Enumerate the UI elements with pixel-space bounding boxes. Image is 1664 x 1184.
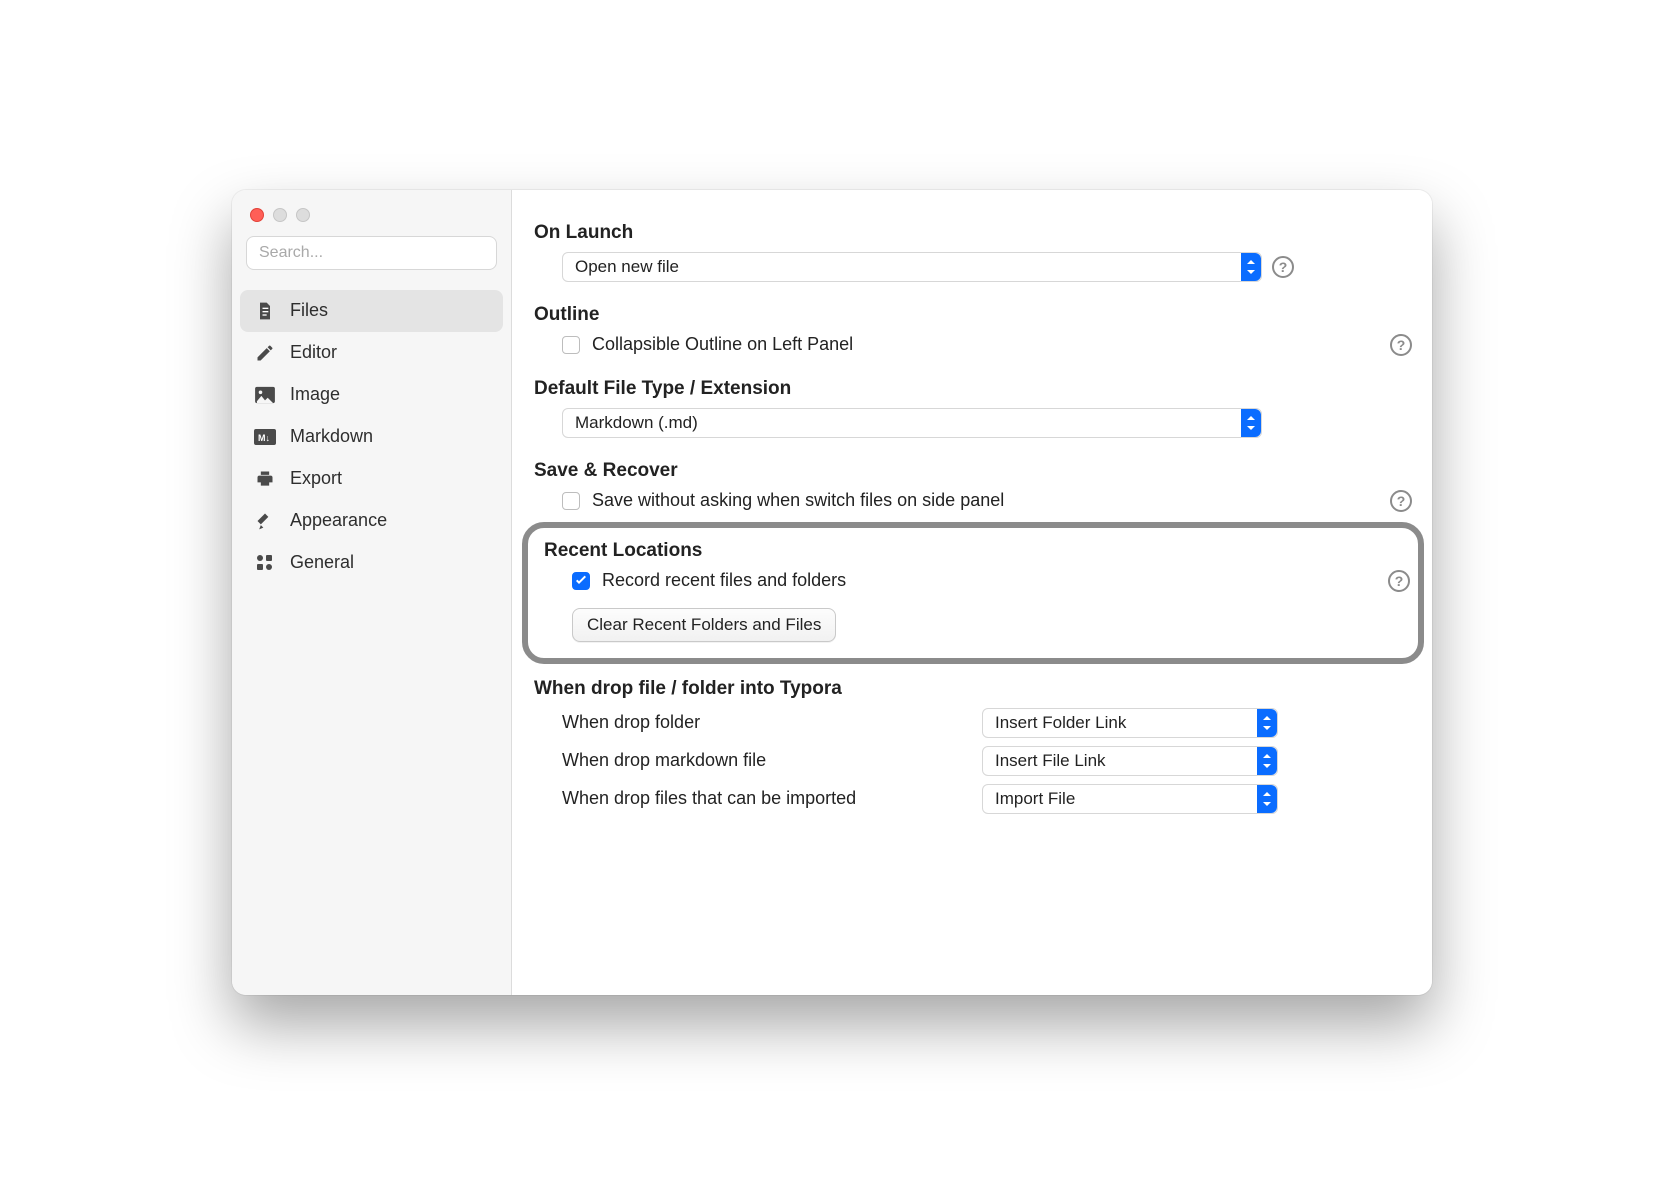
sidebar-item-appearance[interactable]: Appearance bbox=[240, 500, 503, 542]
sidebar-item-editor[interactable]: Editor bbox=[240, 332, 503, 374]
printer-icon bbox=[254, 468, 276, 490]
window-controls bbox=[232, 202, 511, 236]
sidebar: Files Editor Image M↓ Markdown bbox=[232, 190, 512, 995]
sidebar-item-label: Files bbox=[290, 300, 328, 321]
drop-folder-select[interactable]: Insert Folder Link bbox=[982, 708, 1278, 738]
section-default-ext-title: Default File Type / Extension bbox=[534, 378, 1412, 400]
sidebar-item-label: General bbox=[290, 552, 354, 573]
image-icon bbox=[254, 384, 276, 406]
help-icon[interactable]: ? bbox=[1272, 256, 1294, 278]
checkbox-label: Record recent files and folders bbox=[602, 570, 846, 591]
chevron-up-down-icon bbox=[1257, 709, 1277, 737]
sidebar-item-label: Image bbox=[290, 384, 340, 405]
select-value: Open new file bbox=[575, 257, 679, 277]
sidebar-item-image[interactable]: Image bbox=[240, 374, 503, 416]
default-ext-select[interactable]: Markdown (.md) bbox=[562, 408, 1262, 438]
select-value: Markdown (.md) bbox=[575, 413, 698, 433]
close-window-button[interactable] bbox=[250, 208, 264, 222]
recent-locations-highlight: Recent Locations Record recent files and… bbox=[522, 522, 1424, 664]
button-label: Clear Recent Folders and Files bbox=[587, 615, 821, 635]
preferences-window: Files Editor Image M↓ Markdown bbox=[232, 190, 1432, 995]
search-input[interactable] bbox=[246, 236, 497, 270]
sidebar-item-label: Export bbox=[290, 468, 342, 489]
help-icon[interactable]: ? bbox=[1390, 334, 1412, 356]
sidebar-item-export[interactable]: Export bbox=[240, 458, 503, 500]
pencil-icon bbox=[254, 342, 276, 364]
clear-recent-button[interactable]: Clear Recent Folders and Files bbox=[572, 608, 836, 642]
minimize-window-button[interactable] bbox=[273, 208, 287, 222]
record-recent-checkbox[interactable] bbox=[572, 572, 590, 590]
checkbox-label: Save without asking when switch files on… bbox=[592, 490, 1004, 511]
section-outline-title: Outline bbox=[534, 304, 1412, 326]
save-without-asking-checkbox[interactable] bbox=[562, 492, 580, 510]
section-save-recover-title: Save & Recover bbox=[534, 460, 1412, 482]
sidebar-item-label: Markdown bbox=[290, 426, 373, 447]
file-icon bbox=[254, 300, 276, 322]
chevron-up-down-icon bbox=[1257, 785, 1277, 813]
help-icon[interactable]: ? bbox=[1390, 490, 1412, 512]
drop-import-label: When drop files that can be imported bbox=[562, 788, 982, 809]
zoom-window-button[interactable] bbox=[296, 208, 310, 222]
section-drop-title: When drop file / folder into Typora bbox=[534, 678, 1412, 700]
sidebar-nav: Files Editor Image M↓ Markdown bbox=[232, 290, 511, 584]
section-on-launch-title: On Launch bbox=[534, 222, 1412, 244]
select-value: Insert File Link bbox=[995, 751, 1106, 771]
checkbox-label: Collapsible Outline on Left Panel bbox=[592, 334, 853, 355]
chevron-up-down-icon bbox=[1241, 409, 1261, 437]
sidebar-item-general[interactable]: General bbox=[240, 542, 503, 584]
select-value: Insert Folder Link bbox=[995, 713, 1126, 733]
chevron-up-down-icon bbox=[1257, 747, 1277, 775]
sidebar-item-label: Editor bbox=[290, 342, 337, 363]
drop-import-select[interactable]: Import File bbox=[982, 784, 1278, 814]
select-value: Import File bbox=[995, 789, 1075, 809]
chevron-up-down-icon bbox=[1241, 253, 1261, 281]
sidebar-item-markdown[interactable]: M↓ Markdown bbox=[240, 416, 503, 458]
section-recent-title: Recent Locations bbox=[544, 540, 1410, 562]
grid-icon bbox=[254, 552, 276, 574]
drop-folder-label: When drop folder bbox=[562, 712, 982, 733]
drop-md-select[interactable]: Insert File Link bbox=[982, 746, 1278, 776]
svg-text:M↓: M↓ bbox=[258, 433, 270, 443]
markdown-icon: M↓ bbox=[254, 426, 276, 448]
main-panel: On Launch Open new file ? Outline Collap… bbox=[512, 190, 1432, 995]
paint-icon bbox=[254, 510, 276, 532]
sidebar-item-label: Appearance bbox=[290, 510, 387, 531]
sidebar-item-files[interactable]: Files bbox=[240, 290, 503, 332]
outline-collapsible-checkbox[interactable] bbox=[562, 336, 580, 354]
on-launch-select[interactable]: Open new file bbox=[562, 252, 1262, 282]
drop-md-label: When drop markdown file bbox=[562, 750, 982, 771]
help-icon[interactable]: ? bbox=[1388, 570, 1410, 592]
